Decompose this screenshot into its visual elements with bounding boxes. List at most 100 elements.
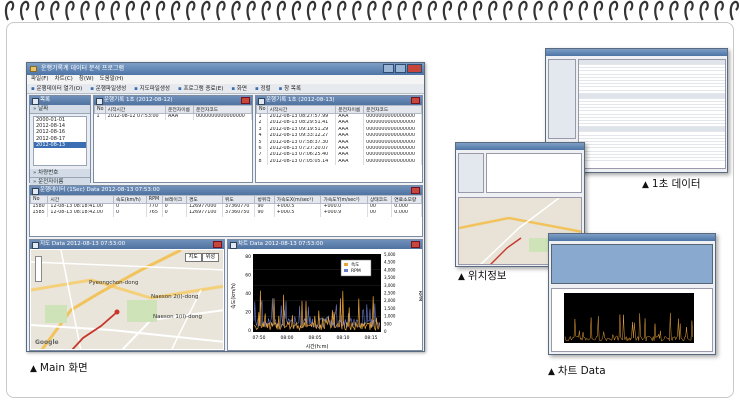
chart-svg: 07:50 08:00 08:05 08:10 08:15 80 60 40 20 0 5,00… (230, 252, 423, 350)
column-header[interactable]: 연료소모량 (391, 195, 422, 204)
close-icon[interactable] (411, 241, 420, 248)
y-left-tick-label: 80 (245, 254, 251, 260)
map-button[interactable]: 지도 (184, 253, 202, 262)
close-icon[interactable] (411, 187, 420, 194)
x-axis-label: 시간(h:m) (306, 343, 329, 350)
make-map-file-button[interactable]: 지도파일생성 (134, 84, 170, 93)
maximize-button[interactable] (395, 64, 406, 73)
caption-one-sec: ▲ 1초 데이터 (642, 178, 701, 190)
thumb-chart (548, 233, 716, 355)
binder-ring (548, 0, 558, 21)
y-right-tick-label: 5,000 (384, 252, 396, 257)
map-label-naeson2: Naeson 2(i)-dong (151, 294, 199, 300)
table-cell: 0 (162, 203, 187, 211)
binder-ring (427, 0, 438, 21)
column-header[interactable]: 운전자이름 (164, 105, 195, 114)
column-header[interactable]: 속도(km/h) (113, 195, 147, 204)
arrange-button[interactable]: 정렬 (255, 84, 270, 93)
close-button[interactable] (407, 64, 422, 73)
y-right-tick-label: 4,500 (384, 260, 396, 265)
close-icon[interactable] (411, 97, 420, 104)
close-icon[interactable] (213, 241, 222, 248)
table-cell: 0.000 (391, 210, 422, 217)
table-row[interactable]: 1585 12-08-13 08:18:42.00 0 765 0 126977100 37… (30, 210, 422, 217)
chart-pane-title: 차트 Data 2012-08-13 07:53:00 (228, 240, 422, 249)
table-cell: 0000000000000000 (363, 113, 422, 121)
zoom-control[interactable] (35, 256, 42, 282)
binder-ring (442, 0, 453, 21)
table-row[interactable]: 8 2012-08-13 07:05:05.14 AAA 00000000000000… (256, 158, 422, 166)
column-header[interactable]: 시작시간 (266, 105, 337, 114)
binder-ring (110, 0, 120, 21)
column-header[interactable]: 운전자코드 (193, 105, 252, 114)
menu-file[interactable]: 파일(F) (31, 75, 49, 84)
vehicle-number-section[interactable]: 차량번호 (30, 169, 90, 178)
y-left-tick-label: 0 (248, 328, 251, 334)
legend-rpm: RPM (351, 268, 361, 274)
table-row[interactable]: 1 2012-08-12 07:53:00 AAA 0000000000000000 (94, 113, 252, 121)
binder-ring (533, 0, 543, 21)
x-tick-label: 08:05 (309, 335, 322, 341)
binder-ring (367, 0, 377, 21)
column-header[interactable]: 위도 (222, 195, 256, 204)
column-header[interactable]: No (30, 195, 49, 204)
record-table-2: No 시작시간 운전자이름 운전자코드 1 2012-08-13 08:27:57.99 A… (256, 105, 422, 166)
date-item-selected[interactable]: 2012-08-13 (34, 141, 86, 149)
binder-ring (472, 0, 483, 21)
minimize-button[interactable] (383, 64, 394, 73)
app-icon (30, 66, 37, 72)
exit-program-button[interactable]: 프로그램 종료(E) (178, 84, 223, 93)
column-header[interactable]: RPM (145, 195, 163, 204)
table-cell: 0 (113, 203, 147, 211)
menu-window[interactable]: 창(W) (79, 75, 94, 84)
table-cell: 0000000000000000 (363, 120, 422, 127)
y-right-tick-label: 1,500 (384, 306, 396, 311)
table-row[interactable]: 4 2012-08-13 09:33:12.27 AAA 00000000000000… (256, 133, 422, 140)
table-cell: 126977000 (186, 203, 224, 211)
binder-ring (412, 0, 422, 21)
table-cell: 12-08-13 08:18:41.00 (47, 203, 115, 211)
binder-ring (246, 0, 256, 21)
column-header[interactable]: 방위각 (254, 195, 275, 204)
column-header[interactable]: 브레이크 (161, 195, 187, 204)
column-header[interactable]: 경도 (185, 195, 224, 204)
table-row[interactable]: 1 2012-08-13 08:27:57.99 AAA 00000000000000… (256, 113, 422, 121)
column-header[interactable]: 시간 (47, 195, 115, 204)
table-cell: 8 (256, 158, 268, 166)
column-header[interactable]: 운전자이름 (335, 105, 365, 114)
y-right-tick-label: 500 (384, 321, 392, 326)
close-icon[interactable] (241, 97, 250, 104)
map-view[interactable]: 지도 위성 Pyeongchon-dong Naeson 2(i)-dong N… (31, 250, 223, 349)
make-drive-file-button[interactable]: 운행파일생성 (90, 84, 126, 93)
y-right-label: RPM (417, 291, 423, 302)
data-pane: 운행데이터 (1Sec) Data 2012-08-13 07:53:00 No… (29, 185, 423, 237)
column-header[interactable]: 시작시간 (104, 105, 166, 114)
binder-ring (216, 0, 226, 21)
column-header[interactable]: 운전자코드 (363, 105, 422, 114)
table-row[interactable]: 7 2012-08-13 07:06:25.40 AAA 00000000000000… (256, 152, 422, 159)
open-data-button[interactable]: 운행데이터 열기(O) (31, 84, 82, 93)
column-header[interactable]: 가속도Y(m/sec²) (320, 195, 368, 204)
menu-help[interactable]: 도움말(H) (100, 75, 124, 84)
record-table-1: No 시작시간 운전자이름 운전자코드 1 2012-08-12 07:53:00 AAA 0… (94, 105, 252, 121)
screen-button[interactable]: 화면 (231, 84, 247, 93)
column-header[interactable]: No (256, 105, 268, 114)
binder-ring (65, 0, 75, 21)
main-title: 운행기록계 데이터 분석 프로그램 (41, 65, 125, 72)
column-header[interactable]: 상태코드 (366, 195, 393, 204)
column-header[interactable]: 가속도X(m/sec²) (273, 195, 322, 204)
window-list-button[interactable]: 창 목록 (279, 84, 301, 93)
table-row[interactable]: 2 2012-08-13 08:29:51.41 AAA 00000000000000… (256, 120, 422, 127)
binder-ring (337, 0, 347, 21)
column-header[interactable]: No (94, 105, 106, 114)
y-right-tick-label: 4,000 (384, 267, 396, 272)
table-row[interactable]: 1580 12-08-13 08:18:41.00 0 770 0 126977000 37… (30, 203, 422, 211)
binder-ring (19, 0, 30, 21)
date-section[interactable]: 날짜 (30, 105, 90, 114)
binder-ring (397, 0, 407, 21)
menu-chart[interactable]: 차트(C) (55, 75, 73, 84)
legend-rpm-swatch (344, 269, 348, 272)
page: 운행기록계 데이터 분석 프로그램 파일(F) 차트(C) 창(W) 도움말(H… (0, 0, 740, 403)
satellite-button[interactable]: 위성 (201, 253, 219, 262)
map-type-buttons: 지도 위성 (184, 253, 219, 262)
